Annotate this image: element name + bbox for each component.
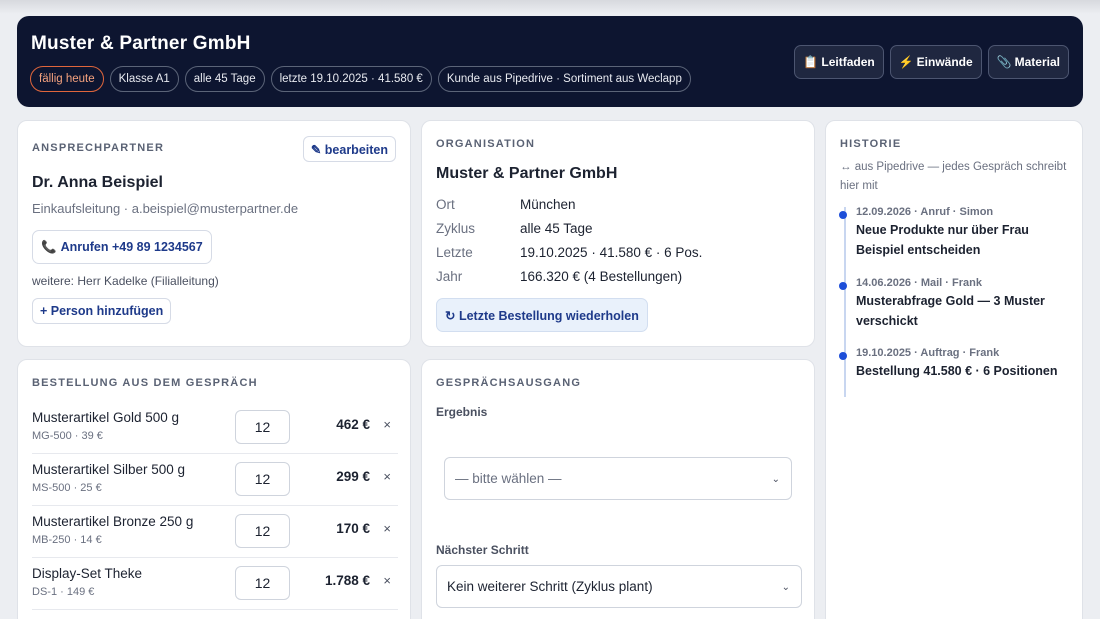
timeline-dot (839, 211, 847, 219)
contact-section-label: ANSPRECHPARTNER (32, 142, 165, 154)
history-item: 19.10.2025 · Auftrag · Frank Bestellung … (839, 347, 1076, 381)
history-text: Neue Produkte nur über Frau Beispiel ent… (856, 223, 1029, 257)
organisation-card: ORGANISATION Muster & Partner GmbH Ort M… (421, 120, 815, 347)
quantity-input[interactable]: 12 (235, 462, 290, 496)
quantity-input[interactable]: 12 (235, 514, 290, 548)
history-card: HISTORIE ↔ aus Pipedrive — jedes Gespräc… (825, 120, 1083, 619)
order-row: Musterartikel Silber 500 g MS-500 · 25 €… (32, 454, 398, 506)
remove-icon[interactable]: × (383, 417, 391, 432)
org-value: 166.320 € (4 Bestellungen) (520, 269, 683, 284)
chip-class: Klasse A1 (109, 66, 179, 92)
history-text: Musterabfrage Gold — 3 Muster verschickt (856, 294, 1045, 328)
timeline-line (844, 207, 846, 397)
org-value: München (520, 197, 576, 212)
chip-last-order: letzte 19.10.2025 · 41.580 € (270, 66, 432, 92)
line-total: 170 € (336, 521, 370, 536)
organisation-name: Muster & Partner GmbH (436, 165, 618, 182)
organisation-section-label: ORGANISATION (436, 138, 536, 150)
repeat-order-button[interactable]: ↻ Letzte Bestellung wiederholen (436, 298, 648, 332)
contact-role-email: Einkaufsleitung · a.beispiel@musterpartn… (32, 201, 299, 216)
history-item: 14.06.2026 · Mail · Frank Musterabfrage … (839, 277, 1076, 331)
call-button[interactable]: 📞 Anrufen +49 89 1234567 (32, 230, 212, 264)
objections-button[interactable]: ⚡ Einwände (889, 45, 982, 79)
result-select-value: — bitte wählen — (455, 471, 562, 486)
material-button[interactable]: 📎 Material (987, 45, 1069, 79)
history-subtitle: ↔ aus Pipedrive — jedes Gespräch schreib… (840, 161, 1067, 192)
history-meta: 14.06.2026 · Mail · Frank (856, 277, 982, 289)
organisation-details: Ort München Zyklus alle 45 Tage Letzte 1… (436, 197, 702, 293)
product-name: Musterartikel Silber 500 g (32, 462, 186, 477)
org-key: Letzte (436, 245, 473, 260)
org-row-cycle: Zyklus alle 45 Tage (436, 221, 702, 245)
phone-icon: 📞 (41, 239, 57, 254)
next-step-label: Nächster Schritt (436, 543, 529, 557)
org-key: Ort (436, 197, 455, 212)
org-key: Zyklus (436, 221, 476, 236)
history-text: Bestellung 41.580 € · 6 Positionen (856, 364, 1058, 378)
order-row: Musterartikel Gold 500 g MG-500 · 39 € 1… (32, 402, 398, 454)
order-card: BESTELLUNG AUS DEM GESPRÄCH Musterartike… (17, 359, 411, 619)
remove-icon[interactable]: × (383, 521, 391, 536)
header-actions: 📋 Leitfaden ⚡ Einwände 📎 Material (794, 45, 1069, 79)
outcome-card: GESPRÄCHSAUSGANG Ergebnis — bitte wählen… (421, 359, 815, 619)
lightning-icon: ⚡ (898, 55, 914, 69)
org-value: alle 45 Tage (520, 221, 593, 236)
objections-button-label: Einwände (916, 55, 973, 69)
material-button-label: Material (1014, 55, 1060, 69)
top-shadow (0, 0, 1100, 14)
further-contacts: weitere: Herr Kadelke (Filialleitung) (32, 274, 219, 288)
order-section-label: BESTELLUNG AUS DEM GESPRÄCH (32, 377, 258, 389)
edit-contact-button[interactable]: ✎ bearbeiten (302, 136, 396, 162)
chevron-down-icon: ⌄ (771, 474, 780, 485)
clipboard-icon: 📋 (803, 55, 819, 69)
order-row: Display-Set Theke DS-1 · 149 € 12 1.788 … (32, 558, 398, 610)
org-key: Jahr (436, 269, 463, 284)
product-name: Display-Set Theke (32, 566, 143, 581)
next-step-select[interactable]: Kein weiterer Schritt (Zyklus plant) ⌄ (436, 565, 802, 608)
add-person-button[interactable]: + Person hinzufügen (32, 298, 172, 324)
product-name: Musterartikel Bronze 250 g (32, 514, 194, 529)
product-name: Musterartikel Gold 500 g (32, 410, 180, 425)
remove-icon[interactable]: × (383, 573, 391, 588)
result-select[interactable]: — bitte wählen — ⌄ (444, 457, 792, 500)
line-total: 1.788 € (324, 573, 370, 588)
paperclip-icon: 📎 (996, 55, 1012, 69)
remove-icon[interactable]: × (383, 469, 391, 484)
guide-button-label: Leitfaden (821, 55, 875, 69)
chip-cycle: alle 45 Tage (184, 66, 265, 92)
product-sku-price: MG-500 · 39 € (32, 430, 103, 442)
timeline-dot (839, 352, 847, 360)
chevron-down-icon: ⌄ (781, 582, 790, 593)
chip-due: fällig heute (30, 66, 104, 92)
product-sku-price: MB-250 · 14 € (32, 534, 102, 546)
org-row-last: Letzte 19.10.2025 · 41.580 € · 6 Pos. (436, 245, 702, 269)
line-total: 462 € (336, 417, 370, 432)
timeline-dot (839, 282, 847, 290)
call-button-label: Anrufen +49 89 1234567 (60, 240, 203, 254)
org-row-location: Ort München (436, 197, 702, 221)
product-sku-price: MS-500 · 25 € (32, 482, 102, 494)
history-meta: 12.09.2026 · Anruf · Simon (856, 206, 994, 218)
org-row-year: Jahr 166.320 € (4 Bestellungen) (436, 269, 702, 293)
history-meta: 19.10.2025 · Auftrag · Frank (856, 347, 1000, 359)
quantity-input[interactable]: 12 (235, 566, 290, 600)
result-label: Ergebnis (436, 405, 488, 419)
history-item: 12.09.2026 · Anruf · Simon Neue Produkte… (839, 206, 1076, 260)
history-section-label: HISTORIE (840, 138, 902, 150)
header-chips: fällig heute Klasse A1 alle 45 Tage letz… (30, 66, 691, 92)
guide-button[interactable]: 📋 Leitfaden (794, 45, 884, 79)
chip-source: Kunde aus Pipedrive · Sortiment aus Wecl… (437, 66, 691, 92)
contact-name: Dr. Anna Beispiel (32, 174, 163, 191)
org-value: 19.10.2025 · 41.580 € · 6 Pos. (520, 245, 703, 260)
order-row: Musterartikel Bronze 250 g MB-250 · 14 €… (32, 506, 398, 558)
product-sku-price: DS-1 · 149 € (32, 586, 95, 598)
customer-title: Muster & Partner GmbH (31, 33, 251, 54)
line-total: 299 € (336, 469, 370, 484)
outcome-section-label: GESPRÄCHSAUSGANG (436, 377, 582, 389)
contact-card: ANSPRECHPARTNER ✎ bearbeiten Dr. Anna Be… (17, 120, 411, 347)
customer-header: Muster & Partner GmbH fällig heute Klass… (17, 16, 1083, 107)
next-step-value: Kein weiterer Schritt (Zyklus plant) (447, 579, 653, 594)
quantity-input[interactable]: 12 (235, 410, 290, 444)
